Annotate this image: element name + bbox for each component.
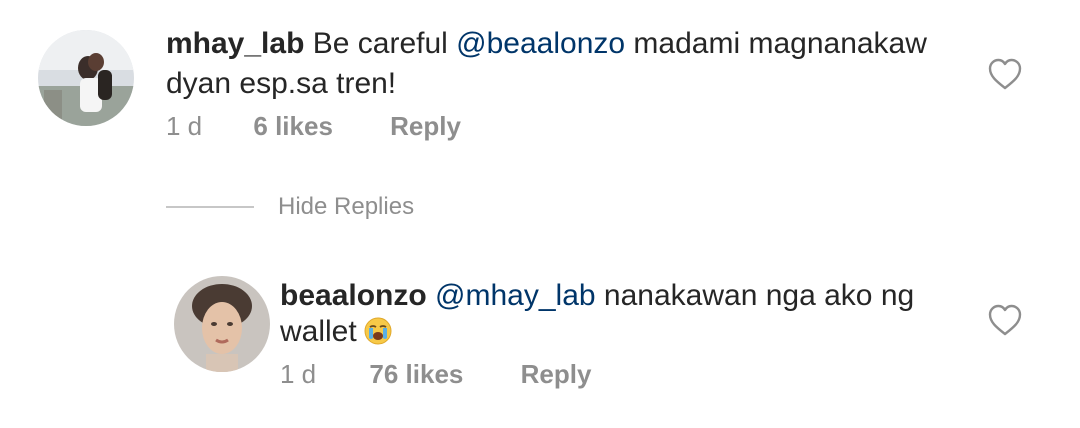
- reply-username[interactable]: beaalonzo: [280, 279, 427, 312]
- comment-mention[interactable]: @beaalonzo: [456, 27, 625, 60]
- reply-mention[interactable]: @mhay_lab: [435, 279, 596, 312]
- reply-text-line2: wallet: [280, 315, 357, 348]
- avatar[interactable]: [38, 30, 134, 126]
- reply-text: nanakawan nga ako ng: [595, 279, 915, 312]
- comment-meta: 1 d 6 likes Reply: [166, 111, 461, 141]
- avatar-photo: [174, 276, 270, 372]
- avatar-photo: [38, 30, 134, 126]
- heart-icon[interactable]: [987, 303, 1023, 337]
- hide-replies-button[interactable]: Hide Replies: [278, 192, 414, 222]
- comment-text-line-2: dyan esp.sa tren!: [166, 64, 396, 104]
- comment-username[interactable]: mhay_lab: [166, 27, 304, 60]
- heart-icon[interactable]: [987, 57, 1023, 91]
- comment-likes[interactable]: 6 likes: [253, 111, 333, 141]
- comment-text: Be careful: [312, 27, 457, 60]
- comment-item: mhay_lab Be careful @beaalonzo madami ma…: [0, 0, 1080, 160]
- reply-likes[interactable]: 76 likes: [369, 359, 463, 389]
- loudly-crying-face-icon: [363, 316, 393, 357]
- avatar[interactable]: [174, 276, 270, 372]
- reply-button[interactable]: Reply: [390, 111, 461, 141]
- comment-text-cont: madami magnanakaw: [625, 27, 927, 60]
- reply-button[interactable]: Reply: [521, 359, 592, 389]
- reply-time: 1 d: [280, 359, 317, 389]
- reply-text-line-1: beaalonzo @mhay_lab nanakawan nga ako ng: [280, 276, 914, 316]
- reply-text-line-2: wallet: [280, 312, 393, 357]
- comment-text-line-1: mhay_lab Be careful @beaalonzo madami ma…: [166, 24, 927, 64]
- comment-text-line2: dyan esp.sa tren!: [166, 67, 397, 100]
- replies-divider: [166, 206, 254, 208]
- reply-item: beaalonzo @mhay_lab nanakawan nga ako ng…: [0, 260, 1080, 428]
- comment-time: 1 d: [166, 111, 203, 141]
- reply-meta: 1 d 76 likes Reply: [280, 359, 591, 389]
